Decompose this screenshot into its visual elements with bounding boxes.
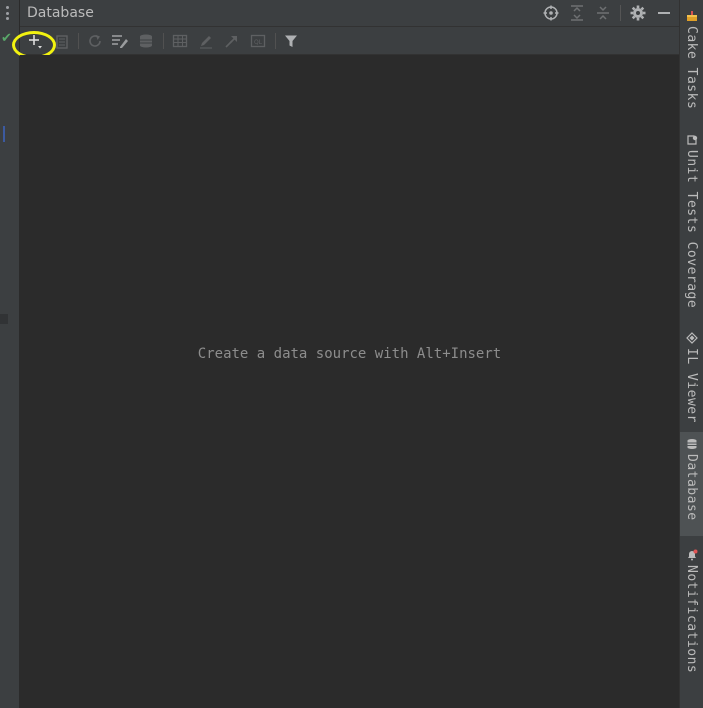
jump-icon[interactable] (223, 32, 241, 50)
checkmark-icon: ✔ (1, 31, 12, 46)
database-icon (686, 438, 698, 450)
filter-icon[interactable] (282, 32, 300, 50)
database-toolbar: QL (20, 27, 679, 55)
il-viewer-icon (685, 332, 698, 344)
svg-text:QL: QL (254, 39, 263, 46)
bell-icon (686, 549, 698, 561)
cake-icon (686, 10, 698, 22)
more-options-icon[interactable] (5, 6, 9, 20)
separator (620, 5, 621, 21)
database-tree-area[interactable]: Create a data source with Alt+Insert (20, 55, 679, 708)
tool-tab-il-viewer[interactable]: IL Viewer (680, 326, 703, 423)
add-icon[interactable] (26, 32, 44, 50)
tool-tab-database[interactable]: Database (680, 432, 703, 536)
gear-icon[interactable] (629, 4, 647, 22)
refresh-icon[interactable] (86, 32, 104, 50)
edit-icon[interactable] (197, 32, 215, 50)
left-gutter: ✔ (0, 0, 20, 708)
schema-icon[interactable] (137, 32, 155, 50)
crosshair-icon[interactable] (542, 4, 560, 22)
tool-tab-cake-tasks[interactable]: Cake Tasks (680, 4, 703, 109)
expand-all-icon[interactable] (568, 4, 586, 22)
edit-datasource-icon[interactable] (111, 32, 129, 50)
panel-header: Database (20, 0, 679, 27)
empty-state-message: Create a data source with Alt+Insert (197, 346, 502, 362)
right-tool-window-bar: Cake Tasks Unit Tests Coverage IL Viewer… (679, 0, 703, 708)
duplicate-icon[interactable] (52, 32, 70, 50)
tool-tab-notifications[interactable]: Notifications (680, 543, 703, 673)
coverage-icon (686, 134, 698, 146)
separator (163, 33, 164, 49)
table-icon[interactable] (171, 32, 189, 50)
collapse-all-icon[interactable] (594, 4, 612, 22)
separator (275, 33, 276, 49)
separator (78, 33, 79, 49)
console-icon[interactable]: QL (249, 32, 267, 50)
minimize-icon[interactable] (655, 4, 673, 22)
gutter-marker (0, 314, 8, 324)
panel-title: Database (27, 5, 94, 21)
tool-tab-unit-tests-coverage[interactable]: Unit Tests Coverage (680, 128, 703, 308)
gutter-marker (3, 126, 5, 142)
